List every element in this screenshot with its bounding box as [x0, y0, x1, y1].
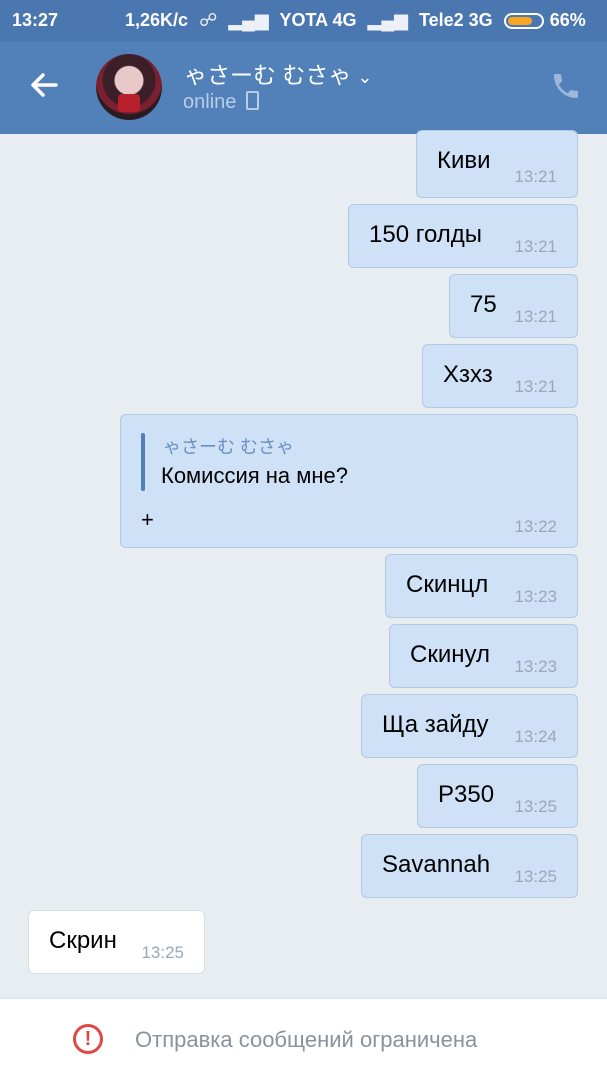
restricted-footer: ! Отправка сообщений ограничена	[0, 998, 607, 1080]
message-text: Ща зайду	[382, 711, 489, 738]
online-status: online	[183, 91, 237, 113]
message-text: 75	[470, 291, 497, 318]
signal-icon: ▂▄▆	[367, 10, 408, 30]
message-time: 13:21	[514, 167, 557, 186]
reply-quoted-text[interactable]: Комиссия на мне?	[161, 463, 348, 489]
message-text: Скинцл	[406, 571, 489, 598]
network-speed: 1,26K/c	[125, 10, 189, 30]
mobile-device-icon	[246, 91, 260, 110]
battery-icon	[503, 13, 544, 29]
message-bubble-reply[interactable]: ゃさーむ むさゃ Комиссия на мне? + 13:22	[120, 414, 578, 548]
message-bubble-outgoing[interactable]: 150 голды 13:21	[348, 204, 578, 268]
carrier-2: Tele2 3G	[418, 10, 493, 30]
status-bar: 13:27 1,26K/c ☍ ▂▄▆ YOTA 4G ▂▄▆ Tele2 3G…	[0, 0, 607, 42]
phone-icon[interactable]	[550, 70, 586, 106]
message-time: 13:24	[514, 727, 557, 746]
exclamation-circle-icon: !	[73, 1024, 103, 1054]
message-time: 13:23	[514, 657, 557, 676]
message-time: 13:25	[514, 867, 557, 886]
contact-name-label: ゃさーむ むさゃ	[184, 62, 352, 88]
contact-status: online	[183, 91, 260, 114]
message-bubble-outgoing[interactable]: P350 13:25	[417, 764, 578, 828]
message-text: Киви	[437, 147, 491, 174]
message-bubble-outgoing[interactable]: Киви 13:21	[416, 130, 578, 198]
message-bubble-outgoing[interactable]: Скинул 13:23	[389, 624, 578, 688]
message-time: 13:22	[514, 517, 557, 536]
message-text: Savannah	[382, 851, 491, 878]
message-text: Скрин	[49, 927, 117, 954]
message-bubble-outgoing[interactable]: Хзхз 13:21	[422, 344, 578, 408]
message-text: 150 голды	[369, 221, 483, 248]
message-time: 13:21	[514, 377, 557, 396]
message-bubble-incoming[interactable]: Скрин 13:25	[28, 910, 205, 974]
message-bubble-outgoing[interactable]: Savannah 13:25	[361, 834, 578, 898]
restriction-notice: Отправка сообщений ограничена	[135, 1027, 478, 1052]
message-text: +	[141, 507, 154, 532]
message-time: 13:21	[514, 307, 557, 326]
message-text: Хзхз	[443, 361, 493, 388]
message-time: 13:25	[141, 943, 184, 962]
arrow-left-icon[interactable]	[26, 67, 66, 107]
avatar[interactable]	[96, 54, 162, 120]
status-time: 13:27	[12, 10, 59, 30]
reply-indicator	[141, 433, 145, 491]
contact-name[interactable]: ゃさーむ むさゃ ⌄	[184, 56, 372, 90]
message-text: Скинул	[410, 641, 490, 668]
chat-header: ゃさーむ むさゃ ⌄ online	[0, 42, 607, 134]
headphones-icon: ☍	[199, 10, 218, 30]
message-bubble-outgoing[interactable]: 75 13:21	[449, 274, 578, 338]
message-time: 13:25	[514, 797, 557, 816]
message-time: 13:21	[514, 237, 557, 256]
carrier-1: YOTA 4G	[279, 10, 357, 30]
message-bubble-outgoing[interactable]: Ща зайду 13:24	[361, 694, 578, 758]
message-text: P350	[438, 781, 495, 808]
battery-level: 66%	[549, 10, 586, 30]
reply-author[interactable]: ゃさーむ むさゃ	[163, 433, 294, 459]
chevron-down-icon[interactable]: ⌄	[357, 67, 372, 87]
message-time: 13:23	[514, 587, 557, 606]
message-bubble-outgoing[interactable]: Скинцл 13:23	[385, 554, 578, 618]
signal-icon: ▂▄▆	[228, 10, 269, 30]
